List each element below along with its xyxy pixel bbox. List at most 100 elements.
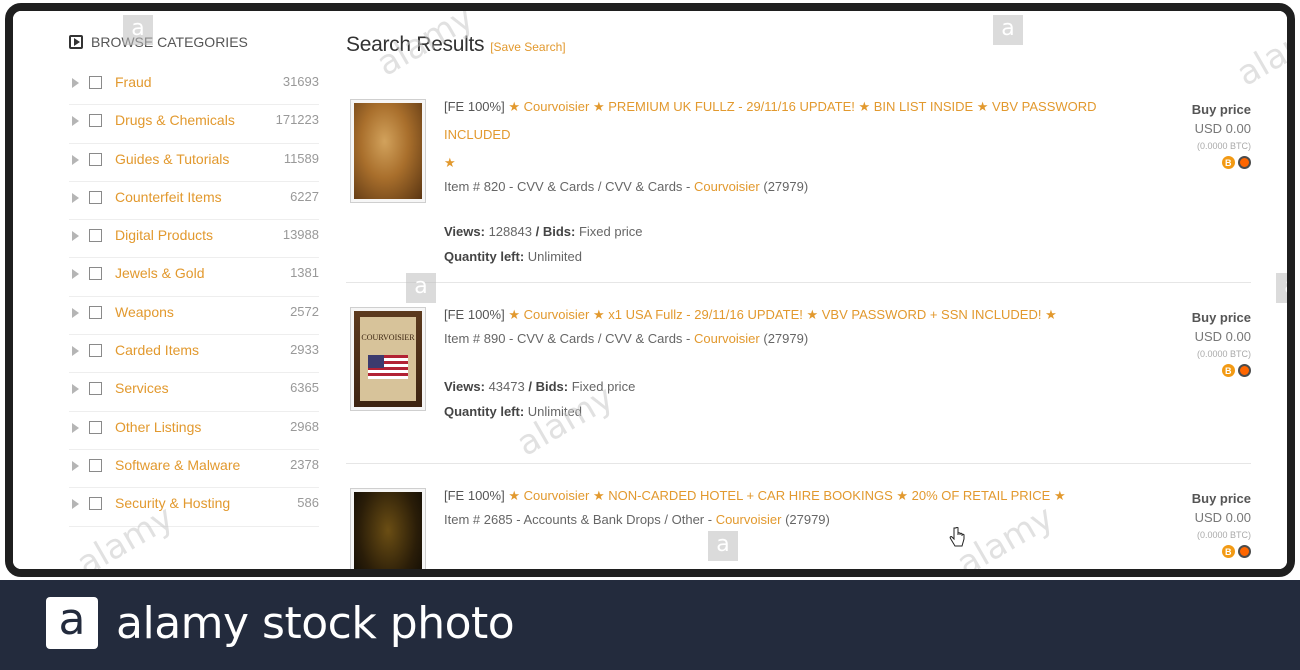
category-checkbox[interactable] xyxy=(89,190,102,204)
seller-ref-link[interactable]: Courvoisier xyxy=(716,512,782,527)
watermark-tile: a xyxy=(123,15,153,45)
category-checkbox[interactable] xyxy=(89,114,102,128)
listing-thumbnail[interactable]: COURVOISIER xyxy=(350,307,426,411)
star-icon: ★ xyxy=(592,99,605,114)
category-checkbox[interactable] xyxy=(89,76,102,89)
listing-meta: Item # 890 - CVV & Cards / CVV & Cards -… xyxy=(444,331,1144,346)
save-search-link[interactable]: [Save Search] xyxy=(490,40,565,54)
category-item[interactable]: Services 6365 xyxy=(69,373,319,412)
seller-ref-link[interactable]: Courvoisier xyxy=(694,331,760,346)
category-item[interactable]: Carded Items 2933 xyxy=(69,335,319,374)
bitcoin-icon xyxy=(1222,545,1235,559)
price-box: Buy price USD 0.00 (0.0000 BTC) xyxy=(1192,309,1251,378)
expand-arrow-icon[interactable] xyxy=(72,422,79,433)
seller-link[interactable]: Courvoisier xyxy=(524,488,590,503)
seller-ref-link[interactable]: Courvoisier xyxy=(694,179,760,194)
star-icon: ★ xyxy=(508,307,520,322)
category-item[interactable]: Other Listings 2968 xyxy=(69,412,319,450)
expand-arrow-icon[interactable] xyxy=(72,116,79,127)
seller-score: (27979) xyxy=(785,512,830,527)
category-checkbox[interactable] xyxy=(89,497,102,511)
category-sidebar: BROWSE CATEGORIES Fraud 31693 Drugs & Che… xyxy=(69,29,319,527)
watermark-tile: a xyxy=(406,273,436,303)
listing-thumbnail[interactable] xyxy=(350,99,426,203)
listing-title-link[interactable]: x1 USA Fullz - 29/11/16 UPDATE! ★ VBV PA… xyxy=(608,307,1041,322)
listing-thumbnail[interactable] xyxy=(350,488,426,569)
category-item[interactable]: Security & Hosting 586 xyxy=(69,488,319,527)
category-item[interactable]: Counterfeit Items 6227 xyxy=(69,182,319,221)
category-label[interactable]: Drugs & Chemicals xyxy=(115,112,235,128)
category-checkbox[interactable] xyxy=(89,229,102,243)
category-label[interactable]: Jewels & Gold xyxy=(115,265,204,281)
price-box: Buy price USD 0.00 (0.0000 BTC) xyxy=(1191,490,1251,559)
seller-score: (27979) xyxy=(763,331,809,346)
expand-arrow-icon[interactable] xyxy=(72,78,79,88)
views-label: Views: xyxy=(444,224,485,239)
listing-row: COURVOISIER [FE 100%] ★ Courvoisier ★ x1… xyxy=(346,301,1251,464)
category-checkbox[interactable] xyxy=(89,267,102,281)
expand-arrow-icon[interactable] xyxy=(72,499,79,510)
category-count: 11589 xyxy=(283,150,319,166)
category-checkbox[interactable] xyxy=(89,344,102,358)
seller-link[interactable]: Courvoisier xyxy=(524,307,590,322)
category-label[interactable]: Counterfeit Items xyxy=(115,189,222,205)
expand-arrow-icon[interactable] xyxy=(72,460,79,471)
bids-label: / Bids: xyxy=(535,224,576,239)
btc-price: (0.0000 BTC) xyxy=(1196,530,1251,540)
views-label: Views: xyxy=(444,379,485,394)
category-label[interactable]: Fraud xyxy=(115,74,152,90)
category-item[interactable]: Digital Products 13988 xyxy=(69,220,319,259)
category-label[interactable]: Services xyxy=(115,380,169,396)
category-item[interactable]: Drugs & Chemicals 171223 xyxy=(69,105,319,144)
category-checkbox[interactable] xyxy=(89,305,102,319)
quantity-line: Quantity left: Unlimited xyxy=(444,249,1144,264)
payment-icons xyxy=(1192,545,1251,559)
expand-arrow-icon[interactable] xyxy=(72,154,79,165)
expand-arrow-icon[interactable] xyxy=(72,384,79,395)
listing-info: [FE 100%] ★ Courvoisier ★ PREMIUM UK FUL… xyxy=(444,93,1144,264)
expand-arrow-icon[interactable] xyxy=(72,269,79,280)
category-label[interactable]: Security & Hosting xyxy=(115,495,230,511)
category-count: 6365 xyxy=(290,380,319,396)
buy-price-label: Buy price xyxy=(1191,491,1251,506)
category-label[interactable]: Carded Items xyxy=(115,342,199,358)
expand-arrow-icon[interactable] xyxy=(72,346,79,357)
category-label[interactable]: Weapons xyxy=(115,304,174,320)
category-label[interactable]: Guides & Tutorials xyxy=(115,151,229,167)
bids-label: / Bids: xyxy=(528,379,569,394)
seller-link[interactable]: Courvoisier xyxy=(524,99,590,114)
listing-title-line: [FE 100%] ★ Courvoisier ★ PREMIUM UK FUL… xyxy=(444,93,1144,177)
play-icon xyxy=(69,35,83,49)
feedback-badge: [FE 100%] xyxy=(444,488,505,503)
btc-price: (0.0000 BTC) xyxy=(1196,349,1251,359)
listing-info: [FE 100%] ★ Courvoisier ★ x1 USA Fullz -… xyxy=(444,301,1144,419)
expand-arrow-icon[interactable] xyxy=(72,307,79,318)
category-item[interactable]: Fraud 31693 xyxy=(69,67,319,106)
category-item[interactable]: Jewels & Gold 1381 xyxy=(69,258,319,297)
page: BROWSE CATEGORIES Fraud 31693 Drugs & Che… xyxy=(0,0,1300,670)
bitcoin-icon xyxy=(1222,156,1235,170)
category-item[interactable]: Software & Malware 2378 xyxy=(69,450,319,489)
category-item[interactable]: Guides & Tutorials 11589 xyxy=(69,144,319,182)
category-label[interactable]: Software & Malware xyxy=(115,457,240,473)
listing-title-link[interactable]: NON-CARDED HOTEL + CAR HIRE BOOKINGS ★ 2… xyxy=(608,488,1050,503)
category-checkbox[interactable] xyxy=(89,458,102,472)
expand-arrow-icon[interactable] xyxy=(72,192,79,203)
category-count: 2378 xyxy=(290,456,319,472)
browse-categories-label: BROWSE CATEGORIES xyxy=(91,34,248,50)
category-label[interactable]: Other Listings xyxy=(115,419,201,435)
category-checkbox[interactable] xyxy=(89,382,102,396)
category-item[interactable]: Weapons 2572 xyxy=(69,297,319,336)
views-line: Views: 128843 / Bids: Fixed price xyxy=(444,224,1144,239)
category-count: 31693 xyxy=(282,74,319,89)
browse-categories-header[interactable]: BROWSE CATEGORIES xyxy=(69,29,319,55)
category-checkbox[interactable] xyxy=(89,420,102,434)
item-number: Item # 2685 - Accounts & Bank Drops / Ot… xyxy=(444,512,716,527)
expand-arrow-icon[interactable] xyxy=(72,231,79,242)
monero-icon xyxy=(1238,156,1251,169)
payment-icons xyxy=(1192,364,1251,378)
category-label[interactable]: Digital Products xyxy=(115,227,213,243)
flag-icon xyxy=(368,355,408,379)
bitcoin-icon xyxy=(1222,364,1235,378)
category-checkbox[interactable] xyxy=(89,152,102,166)
